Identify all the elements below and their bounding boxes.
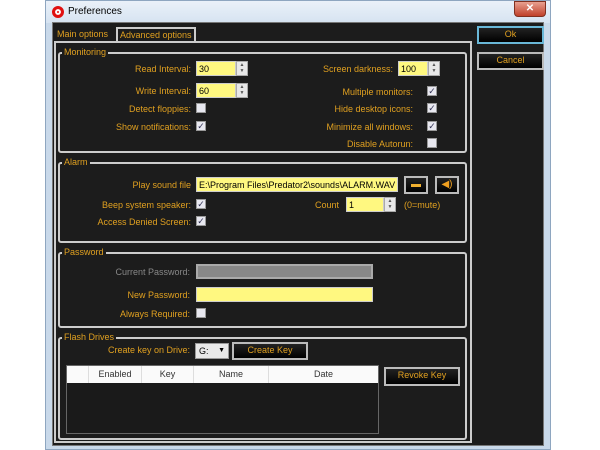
current-password-label: Current Password: — [115, 267, 190, 277]
count-spinner[interactable]: ▲ ▼ — [384, 197, 396, 212]
table-header: Enabled Key Name Date — [67, 366, 378, 383]
count-input[interactable]: 1 — [346, 197, 384, 212]
beep-checkbox[interactable]: ✓ — [196, 199, 206, 209]
ok-button[interactable]: Ok — [477, 26, 544, 44]
detect-floppies-checkbox[interactable] — [196, 103, 206, 113]
play-sound-button[interactable]: ◀) — [435, 176, 459, 194]
current-password-input[interactable] — [196, 264, 373, 279]
read-interval-spinner[interactable]: ▲ ▼ — [236, 61, 248, 76]
multiple-monitors-checkbox[interactable]: ✓ — [427, 86, 437, 96]
tab-advanced-options[interactable]: Advanced options — [116, 27, 196, 42]
revoke-key-button[interactable]: Revoke Key — [384, 367, 460, 386]
count-hint: (0=mute) — [404, 200, 441, 210]
title-bar[interactable]: Preferences ✕ — [46, 1, 550, 23]
screen-darkness-spinner[interactable]: ▲ ▼ — [428, 61, 440, 76]
multiple-monitors-label: Multiple monitors: — [342, 87, 413, 97]
column-header-date[interactable]: Date — [269, 366, 378, 383]
keys-table: Enabled Key Name Date — [66, 365, 379, 434]
hide-desktop-icons-checkbox[interactable]: ✓ — [427, 103, 437, 113]
minimize-all-windows-checkbox[interactable]: ✓ — [427, 121, 437, 131]
sound-file-input[interactable]: E:\Program Files\Predator2\sounds\ALARM.… — [196, 177, 398, 192]
disable-autorun-label: Disable Autorun: — [346, 139, 413, 149]
app-icon — [52, 6, 64, 18]
cancel-button[interactable]: Cancel — [477, 52, 544, 70]
content-area: Main options Advanced options Ok Cancel … — [52, 22, 544, 446]
read-interval-input[interactable]: 30 — [196, 61, 236, 76]
create-key-button[interactable]: Create Key — [232, 342, 308, 360]
column-header-key[interactable]: Key — [142, 366, 194, 383]
password-title: Password — [62, 247, 106, 258]
screen-darkness-input[interactable]: 100 — [398, 61, 428, 76]
show-notifications-checkbox[interactable]: ✓ — [196, 121, 206, 131]
read-interval-label: Read Interval: — [134, 64, 191, 74]
minimize-all-windows-label: Minimize all windows: — [326, 122, 413, 132]
write-interval-spinner[interactable]: ▲ ▼ — [236, 83, 248, 98]
always-required-label: Always Required: — [119, 309, 190, 319]
beep-label: Beep system speaker: — [101, 200, 191, 210]
disable-autorun-checkbox[interactable] — [427, 138, 437, 148]
show-notifications-label: Show notifications: — [115, 122, 191, 132]
play-sound-label: Play sound file — [132, 180, 191, 190]
monitoring-title: Monitoring — [62, 47, 109, 58]
hide-desktop-icons-label: Hide desktop icons: — [334, 104, 413, 114]
preferences-window: Preferences ✕ Main options Advanced opti… — [45, 0, 551, 450]
always-required-checkbox[interactable] — [196, 308, 206, 318]
screen-darkness-label: Screen darkness: — [322, 64, 393, 74]
new-password-label: New Password: — [127, 290, 190, 300]
column-header-select[interactable] — [67, 366, 89, 383]
flash-drives-title: Flash Drives — [62, 332, 117, 343]
write-interval-input[interactable]: 60 — [196, 83, 236, 98]
drive-select[interactable]: G: ▼ — [195, 343, 229, 359]
alarm-title: Alarm — [62, 157, 90, 168]
drive-value: G: — [199, 346, 209, 356]
write-interval-label: Write Interval: — [135, 86, 191, 96]
close-button[interactable]: ✕ — [514, 1, 546, 17]
speaker-icon: ◀) — [441, 179, 453, 190]
count-label: Count — [314, 200, 339, 210]
access-denied-checkbox[interactable]: ✓ — [196, 216, 206, 226]
folder-icon: ▬ — [411, 179, 421, 190]
detect-floppies-label: Detect floppies: — [128, 104, 191, 114]
new-password-input[interactable] — [196, 287, 373, 302]
column-header-enabled[interactable]: Enabled — [89, 366, 142, 383]
chevron-down-icon: ▼ — [218, 347, 225, 354]
window-title: Preferences — [68, 6, 122, 17]
browse-folder-button[interactable]: ▬ — [404, 176, 428, 194]
create-key-label: Create key on Drive: — [108, 345, 191, 355]
access-denied-label: Access Denied Screen: — [97, 217, 191, 227]
column-header-name[interactable]: Name — [194, 366, 269, 383]
